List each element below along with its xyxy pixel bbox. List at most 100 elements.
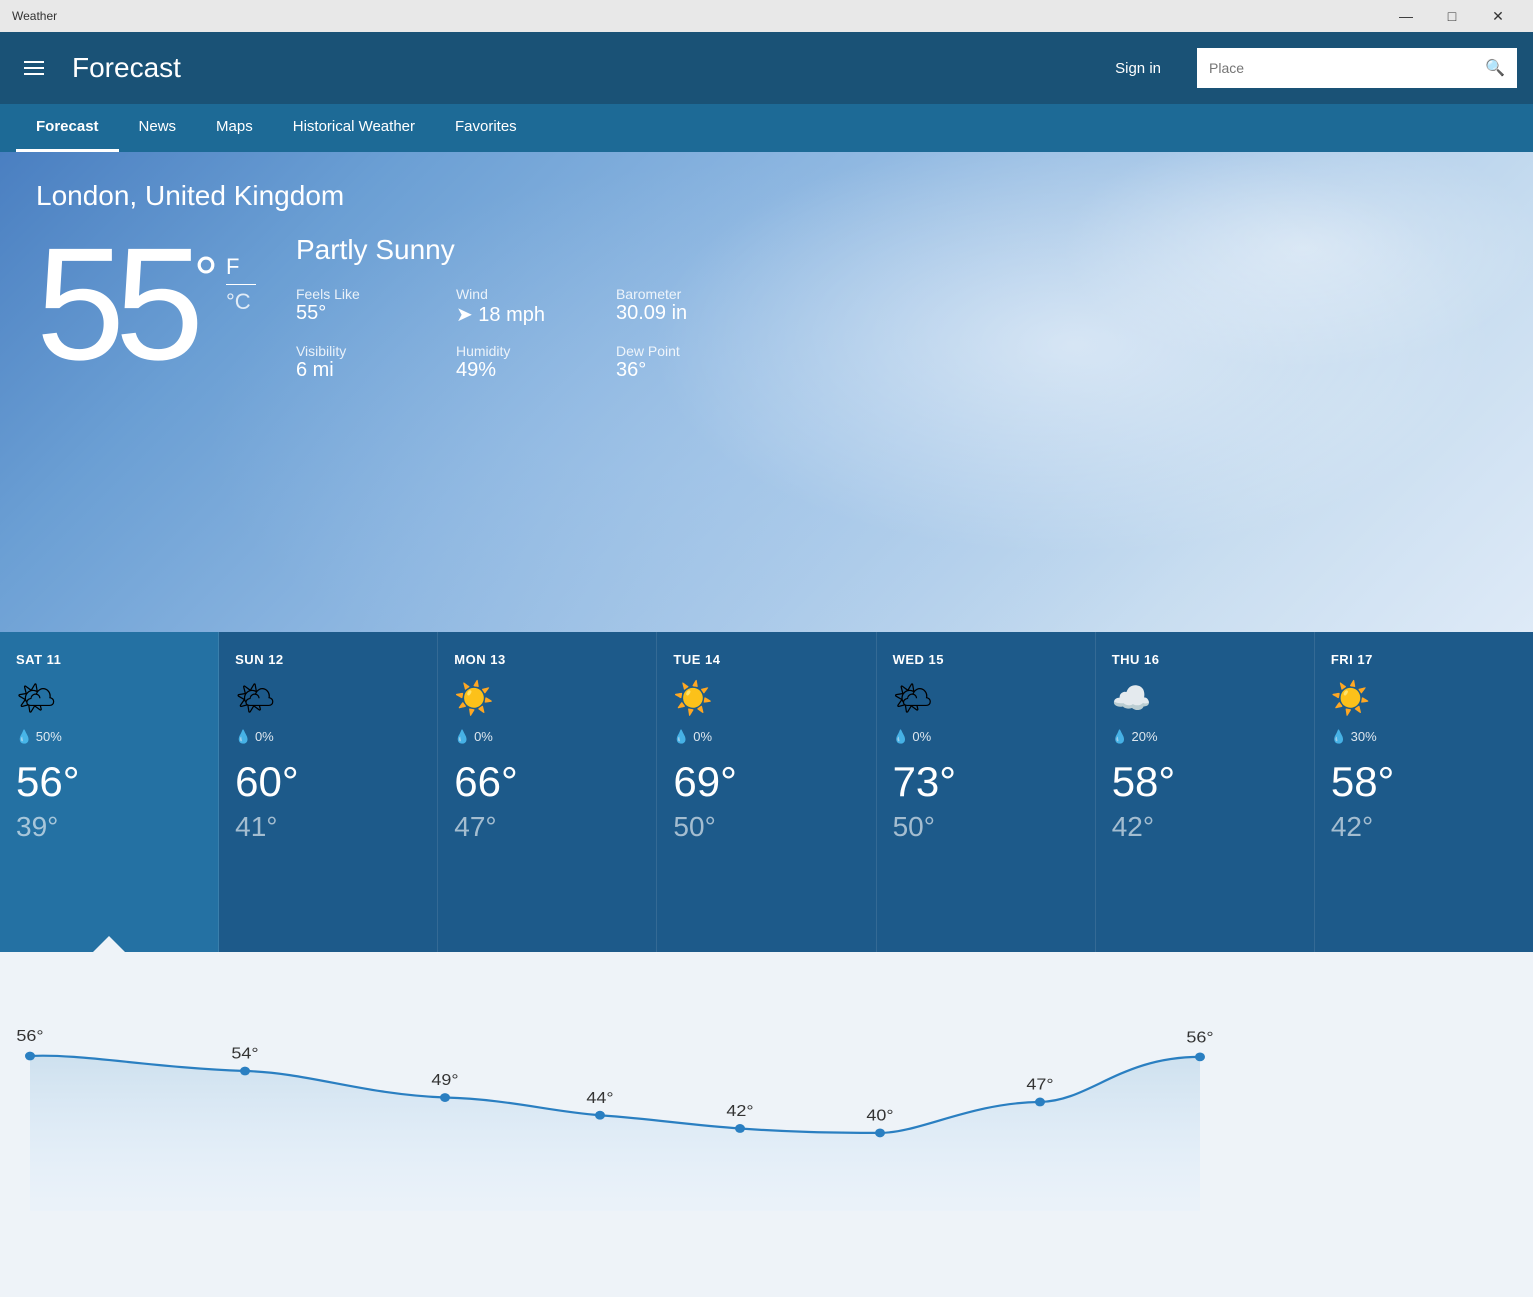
forecast-icon-mon13: ☀️ — [454, 679, 640, 717]
temperature-unit: F °C — [226, 254, 256, 315]
forecast-high-sun12: 60° — [235, 761, 421, 803]
chart-point — [1035, 1098, 1045, 1107]
forecast-low-wed15: 50° — [893, 811, 1079, 843]
temperature-display: 55 ° F °C — [36, 224, 256, 384]
app-name: Weather — [12, 9, 57, 23]
forecast-icon-thu16: ☁️ — [1112, 679, 1298, 717]
forecast-card-fri17[interactable]: FRI 17 ☀️ 💧 30% 58° 42° — [1315, 632, 1533, 952]
tab-favorites[interactable]: Favorites — [435, 104, 537, 152]
search-input[interactable] — [1197, 60, 1473, 76]
hamburger-button[interactable] — [16, 53, 52, 83]
dew-point-stat: Dew Point 36° — [616, 343, 776, 382]
feels-like-value: 55° — [296, 302, 456, 325]
forecast-low-fri17: 42° — [1331, 811, 1517, 843]
sign-in-button[interactable]: Sign in — [1099, 52, 1177, 85]
chart-label-high-5: 42° — [726, 1102, 753, 1120]
temperature-chart: 56° 54° 49° 44° 42° 40° 47° 56° — [0, 972, 1533, 1277]
unit-divider — [226, 284, 256, 285]
forecast-day-sun12: SUN 12 — [235, 652, 421, 667]
weather-grid: Feels Like 55° Wind ➤ 18 mph Barometer 3… — [296, 286, 776, 382]
forecast-high-sat11: 56° — [16, 761, 202, 803]
forecast-low-tue14: 50° — [673, 811, 859, 843]
visibility-stat: Visibility 6 mi — [296, 343, 456, 382]
title-bar: Weather — □ ✕ — [0, 0, 1533, 32]
visibility-value: 6 mi — [296, 359, 456, 382]
chart-point — [240, 1067, 250, 1076]
tab-forecast[interactable]: Forecast — [16, 104, 119, 152]
forecast-low-sun12: 41° — [235, 811, 421, 843]
hero-section: London, United Kingdom 55 ° F °C Partly … — [0, 152, 1533, 632]
forecast-precip-sun12: 💧 0% — [235, 729, 421, 745]
chart-point — [595, 1111, 605, 1120]
forecast-precip-mon13: 💧 0% — [454, 729, 640, 745]
title-bar-left: Weather — [12, 9, 57, 23]
forecast-precip-fri17: 💧 30% — [1331, 729, 1517, 745]
chart-point — [440, 1093, 450, 1102]
forecast-card-sun12[interactable]: SUN 12 🌤 💧 0% 60° 41° — [219, 632, 438, 952]
forecast-high-wed15: 73° — [893, 761, 1079, 803]
chart-label-high-8: 56° — [1186, 1029, 1213, 1047]
wind-stat: Wind ➤ 18 mph — [456, 286, 616, 327]
chart-label-high-6: 40° — [866, 1106, 893, 1124]
search-container: 🔍 — [1197, 48, 1517, 88]
visibility-label: Visibility — [296, 343, 456, 359]
forecast-high-tue14: 69° — [673, 761, 859, 803]
chart-point — [875, 1128, 885, 1137]
forecast-low-sat11: 39° — [16, 811, 202, 843]
app-header: Forecast Sign in 🔍 — [0, 32, 1533, 104]
forecast-card-tue14[interactable]: TUE 14 ☀️ 💧 0% 69° 50° — [657, 632, 876, 952]
hamburger-line — [24, 61, 44, 63]
search-button[interactable]: 🔍 — [1473, 58, 1517, 78]
forecast-icon-wed15: 🌤 — [893, 679, 1079, 717]
chart-label-high-7: 47° — [1026, 1076, 1053, 1094]
maximize-button[interactable]: □ — [1429, 0, 1475, 32]
weather-details: Partly Sunny Feels Like 55° Wind ➤ 18 mp… — [296, 234, 776, 382]
forecast-card-sat11[interactable]: SAT 11 🌤 💧 50% 56° 39° — [0, 632, 219, 952]
chart-label-high-4: 44° — [586, 1089, 613, 1107]
location: London, United Kingdom — [36, 180, 1497, 212]
forecast-card-mon13[interactable]: MON 13 ☀️ 💧 0% 66° 47° — [438, 632, 657, 952]
unit-celsius[interactable]: °C — [226, 289, 256, 315]
tab-historical-weather[interactable]: Historical Weather — [273, 104, 435, 152]
forecast-low-thu16: 42° — [1112, 811, 1298, 843]
forecast-day-mon13: MON 13 — [454, 652, 640, 667]
chart-point — [25, 1052, 35, 1061]
forecast-high-fri17: 58° — [1331, 761, 1517, 803]
chart-label-high-3: 49° — [431, 1071, 458, 1089]
chart-label-high-1: 56° — [16, 1027, 43, 1045]
chart-section: 56° 54° 49° 44° 42° 40° 47° 56° — [0, 952, 1533, 1297]
tab-news[interactable]: News — [119, 104, 197, 152]
forecast-icon-sat11: 🌤 — [16, 679, 202, 717]
hamburger-line — [24, 73, 44, 75]
forecast-day-thu16: THU 16 — [1112, 652, 1298, 667]
forecast-day-fri17: FRI 17 — [1331, 652, 1517, 667]
dew-point-label: Dew Point — [616, 343, 776, 359]
temperature-value: 55 — [36, 224, 194, 384]
forecast-icon-sun12: 🌤 — [235, 679, 421, 717]
tab-maps[interactable]: Maps — [196, 104, 273, 152]
unit-fahrenheit[interactable]: F — [226, 254, 256, 280]
barometer-value: 30.09 in — [616, 302, 776, 325]
nav-tabs: Forecast News Maps Historical Weather Fa… — [0, 104, 1533, 152]
forecast-high-thu16: 58° — [1112, 761, 1298, 803]
barometer-label: Barometer — [616, 286, 776, 302]
hero-body: 55 ° F °C Partly Sunny Feels Like 55° Wi… — [36, 224, 1497, 384]
forecast-precip-wed15: 💧 0% — [893, 729, 1079, 745]
temperature-degree-symbol: ° — [194, 244, 218, 313]
chart-label-high-2: 54° — [231, 1045, 258, 1063]
feels-like-stat: Feels Like 55° — [296, 286, 456, 327]
forecast-card-thu16[interactable]: THU 16 ☁️ 💧 20% 58° 42° — [1096, 632, 1315, 952]
humidity-stat: Humidity 49% — [456, 343, 616, 382]
humidity-label: Humidity — [456, 343, 616, 359]
wind-label: Wind — [456, 286, 616, 302]
forecast-card-wed15[interactable]: WED 15 🌤 💧 0% 73° 50° — [877, 632, 1096, 952]
hamburger-line — [24, 67, 44, 69]
chart-point — [1195, 1052, 1205, 1061]
forecast-section: SAT 11 🌤 💧 50% 56° 39° SUN 12 🌤 💧 0% 60°… — [0, 632, 1533, 952]
forecast-icon-fri17: ☀️ — [1331, 679, 1517, 717]
minimize-button[interactable]: — — [1383, 0, 1429, 32]
forecast-high-mon13: 66° — [454, 761, 640, 803]
wind-value: ➤ 18 mph — [456, 302, 616, 327]
dew-point-value: 36° — [616, 359, 776, 382]
close-button[interactable]: ✕ — [1475, 0, 1521, 32]
